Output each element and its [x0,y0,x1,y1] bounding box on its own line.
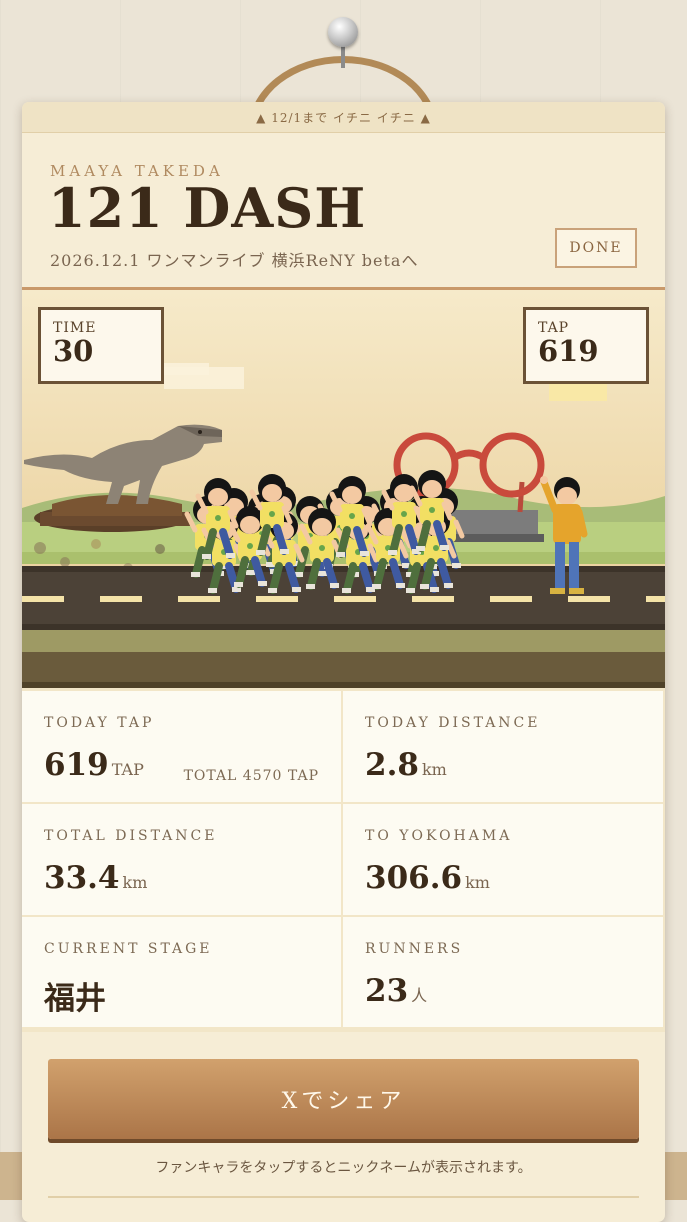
road-lane-marks [22,596,665,602]
total-tap-text: TOTAL 4570 TAP [183,768,319,784]
game-scene[interactable]: TIME 30 TAP 619 [22,290,665,688]
current-stage-label: CURRENT STAGE [44,941,213,957]
hint-text: ファンキャラをタップするとニックネームが表示されます。 [155,1160,532,1176]
today-distance-value: 2.8 km [365,747,447,783]
total-distance-label: TOTAL DISTANCE [44,828,218,844]
today-distance-label: TODAY DISTANCE [365,715,541,731]
stat-to-yokohama: TO YOKOHAMA 306.6 km [343,804,663,915]
runners-label: RUNNERS [365,941,464,957]
game-card: ▲ 12/1まで イチニ イチニ ▲ MAAYA TAKEDA 121 DASH… [22,102,665,1222]
share-on-x-button[interactable]: Xでシェア [48,1059,639,1139]
today-tap-value: 619 TAP [44,747,144,783]
header: MAAYA TAKEDA 121 DASH 2026.12.1 ワンマンライブ … [22,133,665,291]
current-stage-value: 福井 [44,981,106,1017]
stat-current-stage: CURRENT STAGE 福井 [22,917,341,1027]
time-value: 30 [53,334,94,368]
deadline-banner: ▲ 12/1まで イチニ イチニ ▲ [22,102,665,133]
pushpin-icon [328,17,358,47]
tap-value: 619 [538,334,599,368]
stats-grid: TODAY TAP 619 TAP TOTAL 4570 TAP TODAY DI… [22,688,665,1032]
page-title: 121 DASH [48,176,367,240]
event-caption: 2026.12.1 ワンマンライブ 横浜ReNY betaへ [50,251,419,270]
runners-value: 23 人 [365,973,428,1009]
done-button[interactable]: DONE [555,228,637,268]
divider [48,1196,639,1198]
stat-total-distance: TOTAL DISTANCE 33.4 km [22,804,341,915]
tap-counter: TAP 619 [523,307,649,384]
to-yokohama-label: TO YOKOHAMA [365,828,513,844]
stat-today-distance: TODAY DISTANCE 2.8 km [343,691,663,802]
total-distance-value: 33.4 km [44,860,148,896]
time-counter: TIME 30 [38,307,164,384]
stat-runners: RUNNERS 23 人 [343,917,663,1027]
today-tap-label: TODAY TAP [44,715,155,731]
stat-today-tap: TODAY TAP 619 TAP TOTAL 4570 TAP [22,691,341,802]
to-yokohama-value: 306.6 km [365,860,490,896]
